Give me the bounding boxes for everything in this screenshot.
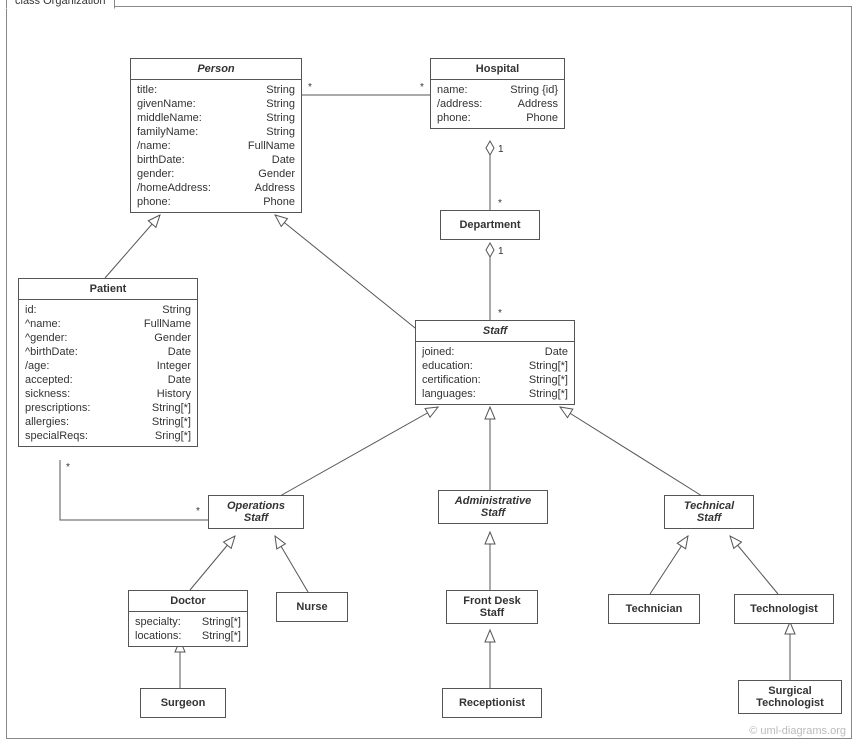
watermark: © uml-diagrams.org — [749, 725, 846, 737]
class-title: Front Desk Staff — [447, 591, 537, 623]
class-title: Hospital — [431, 59, 564, 80]
class-attrs: name:String {id} /address:Address phone:… — [431, 80, 564, 128]
class-front-desk-staff: Front Desk Staff — [446, 590, 538, 624]
class-surgical-technologist: Surgical Technologist — [738, 680, 842, 714]
mult-dept-staff-bot: * — [498, 308, 502, 319]
class-title: Technologist — [735, 595, 833, 623]
class-title: Doctor — [129, 591, 247, 612]
class-receptionist: Receptionist — [442, 688, 542, 718]
class-title: Staff — [416, 321, 574, 342]
frame-title: class Organization — [6, 0, 115, 9]
class-person: Person title:String givenName:String mid… — [130, 58, 302, 213]
class-patient: Patient id:String ^name:FullName ^gender… — [18, 278, 198, 447]
class-hospital: Hospital name:String {id} /address:Addre… — [430, 58, 565, 129]
class-title: Technical Staff — [665, 496, 753, 528]
class-technical-staff: Technical Staff — [664, 495, 754, 529]
mult-person-hospital-right: * — [420, 82, 424, 93]
class-title: Patient — [19, 279, 197, 300]
mult-dept-staff-top: 1 — [498, 246, 504, 257]
mult-person-hospital-left: * — [308, 82, 312, 93]
class-title: Surgical Technologist — [739, 681, 841, 713]
class-operations-staff: Operations Staff — [208, 495, 304, 529]
class-surgeon: Surgeon — [140, 688, 226, 718]
class-title: Person — [131, 59, 301, 80]
class-attrs: title:String givenName:String middleName… — [131, 80, 301, 212]
class-attrs: joined:Date education:String[*] certific… — [416, 342, 574, 404]
mult-patient-ops-right: * — [196, 506, 200, 517]
class-title: Operations Staff — [209, 496, 303, 528]
class-title: Department — [441, 211, 539, 239]
class-staff: Staff joined:Date education:String[*] ce… — [415, 320, 575, 405]
class-attrs: specialty:String[*] locations:String[*] — [129, 612, 247, 646]
class-nurse: Nurse — [276, 592, 348, 622]
class-attrs: id:String ^name:FullName ^gender:Gender … — [19, 300, 197, 446]
diagram-canvas: class Organization — [0, 0, 860, 747]
class-title: Surgeon — [141, 689, 225, 717]
class-technologist: Technologist — [734, 594, 834, 624]
class-department: Department — [440, 210, 540, 240]
class-title: Administrative Staff — [439, 491, 547, 523]
class-technician: Technician — [608, 594, 700, 624]
class-administrative-staff: Administrative Staff — [438, 490, 548, 524]
mult-hosp-dept-top: 1 — [498, 144, 504, 155]
class-title: Receptionist — [443, 689, 541, 717]
class-title: Technician — [609, 595, 699, 623]
mult-hosp-dept-bot: * — [498, 198, 502, 209]
class-doctor: Doctor specialty:String[*] locations:Str… — [128, 590, 248, 647]
class-title: Nurse — [277, 593, 347, 621]
mult-patient-ops-left: * — [66, 462, 70, 473]
